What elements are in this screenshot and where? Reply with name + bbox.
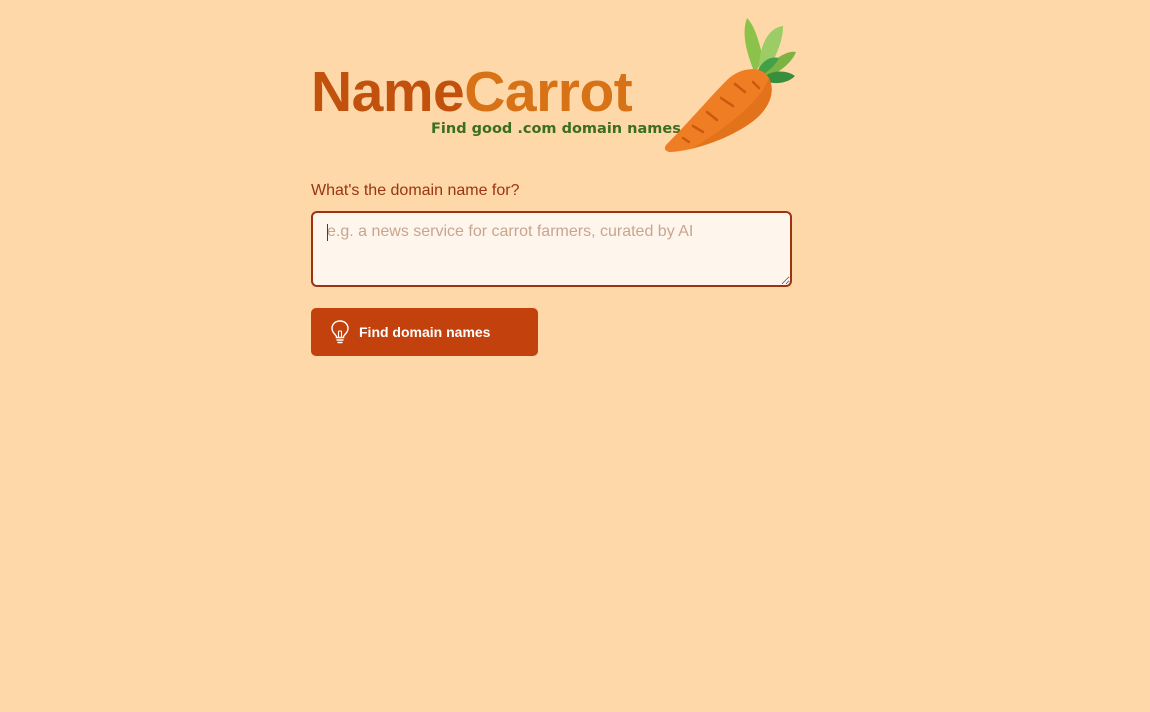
lightbulb-icon bbox=[331, 320, 349, 344]
description-input[interactable] bbox=[311, 211, 792, 287]
carrot-icon bbox=[664, 18, 796, 152]
find-domain-names-button[interactable]: Find domain names bbox=[311, 308, 538, 356]
logo-tagline: Find good .com domain names bbox=[431, 121, 681, 137]
logo[interactable]: NameCarrot Find good .com domain names bbox=[311, 12, 796, 152]
find-domain-names-label: Find domain names bbox=[359, 324, 491, 340]
text-cursor bbox=[327, 224, 328, 241]
page: NameCarrot Find good .com domain names W… bbox=[0, 0, 1150, 712]
logo-name-text: Name bbox=[311, 60, 465, 124]
logo-carrot-text: Carrot bbox=[464, 60, 633, 124]
description-label: What's the domain name for? bbox=[311, 182, 520, 199]
domain-search-form: What's the domain name for? Find domain … bbox=[311, 180, 792, 356]
description-field-wrapper bbox=[311, 211, 792, 287]
logo-wordmark: NameCarrot bbox=[311, 64, 633, 121]
